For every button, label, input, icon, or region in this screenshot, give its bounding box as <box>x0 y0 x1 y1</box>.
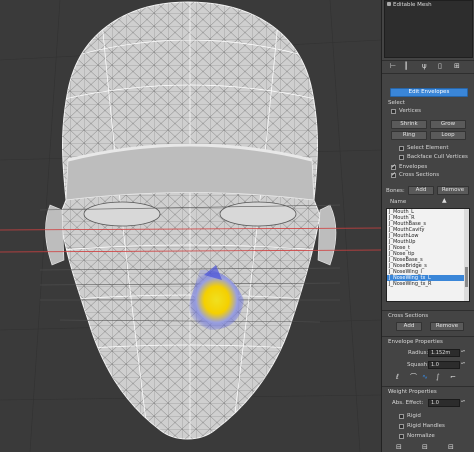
viewport[interactable] <box>0 0 381 452</box>
head-mesh <box>0 0 381 452</box>
add-bone-button[interactable]: Add <box>408 186 434 195</box>
select-element-label: Select Element <box>407 145 449 151</box>
edit-envelopes-button[interactable]: Edit Envelopes <box>390 88 468 97</box>
scrollbar-thumb[interactable] <box>465 267 468 287</box>
cross-sections-checkbox[interactable] <box>391 171 396 178</box>
vertices-label: Vertices <box>399 108 421 114</box>
bones-label: Bones: <box>386 188 405 194</box>
radius-spinner[interactable]: ▴▾ <box>461 349 465 357</box>
command-panel: Editable Mesh ⊢ ┃ ψ ▯ ⊞ Edit Envelopes S… <box>381 0 474 452</box>
falloff-icon-1[interactable]: ℓ <box>396 374 399 381</box>
rigid-handles-label: Rigid Handles <box>407 423 445 429</box>
cross-sections-label: Cross Sections <box>399 172 440 178</box>
backface-label: Backface Cull Vertices <box>407 154 468 160</box>
modifier-stack: Editable Mesh <box>384 0 473 58</box>
envelopes-label: Envelopes <box>399 164 428 170</box>
stack-item-label: Editable Mesh <box>393 2 432 8</box>
backface-checkbox[interactable] <box>399 155 404 160</box>
envelope-properties-title: Envelope Properties <box>388 339 443 345</box>
abs-effect-spinner[interactable]: ▴▾ <box>461 399 465 407</box>
bones-list-scrollbar[interactable] <box>464 209 469 301</box>
select-group-title: Select <box>388 100 405 106</box>
configure-icon[interactable]: ⊞ <box>454 63 460 70</box>
squash-label: Squash: <box>407 362 430 368</box>
squash-field[interactable]: 1.0 <box>428 361 460 369</box>
envelopes-checkbox[interactable] <box>391 163 396 170</box>
weight-properties-title: Weight Properties <box>388 389 437 395</box>
radius-label: Radius: <box>408 350 429 356</box>
loop-button[interactable]: Loop <box>430 131 466 140</box>
select-element-checkbox[interactable] <box>399 146 404 151</box>
squash-spinner[interactable]: ▴▾ <box>461 361 465 369</box>
bones-list[interactable]: J_Mouth_L J_Mouth_R J_MouthBase_s J_MouthCa… <box>386 208 470 302</box>
falloff-icon-5[interactable]: ⌐ <box>450 374 456 381</box>
stack-item[interactable]: Editable Mesh <box>385 1 472 9</box>
vertices-checkbox[interactable] <box>391 109 396 114</box>
remove-bone-button[interactable]: Remove <box>437 186 469 195</box>
pin-icon[interactable]: ⊢ <box>390 63 396 70</box>
name-column-header: Name <box>390 199 407 205</box>
grow-button[interactable]: Grow <box>430 120 466 129</box>
abs-effect-label: Abs. Effect: <box>392 400 424 406</box>
radius-field[interactable]: 1.152m <box>428 349 460 357</box>
weight-tool-icon-3[interactable]: ⊟ <box>448 444 454 451</box>
cross-sections-title: Cross Sections <box>388 313 429 319</box>
falloff-icon-2[interactable]: ⌒ <box>410 374 417 381</box>
bone-list-item[interactable]: J_NoseWing_tx_R <box>387 281 469 287</box>
rigid-handles-checkbox[interactable] <box>399 424 404 429</box>
weight-tool-icon-2[interactable]: ⊟ <box>422 444 428 451</box>
light-bulb-icon[interactable] <box>387 2 391 6</box>
abs-effect-field[interactable]: 1.0 <box>428 399 460 407</box>
falloff-icon-4[interactable]: ∫ <box>436 374 440 381</box>
add-cross-section-button[interactable]: Add <box>396 322 422 331</box>
fork-icon[interactable]: ψ <box>422 63 427 70</box>
remove-cross-section-button[interactable]: Remove <box>430 322 464 331</box>
ring-button[interactable]: Ring <box>391 131 427 140</box>
sort-up-icon[interactable]: ▲ <box>442 197 447 204</box>
weight-tool-icon-1[interactable]: ⊟ <box>396 444 402 451</box>
rigid-label: Rigid <box>407 413 421 419</box>
normalize-label: Normalize <box>407 433 435 439</box>
falloff-icon-3[interactable]: ∿ <box>422 374 428 381</box>
normalize-checkbox[interactable] <box>399 434 404 439</box>
rigid-checkbox[interactable] <box>399 414 404 419</box>
bar-icon[interactable]: ┃ <box>404 63 408 70</box>
shrink-button[interactable]: Shrink <box>391 120 427 129</box>
delete-icon[interactable]: ▯ <box>438 63 442 70</box>
